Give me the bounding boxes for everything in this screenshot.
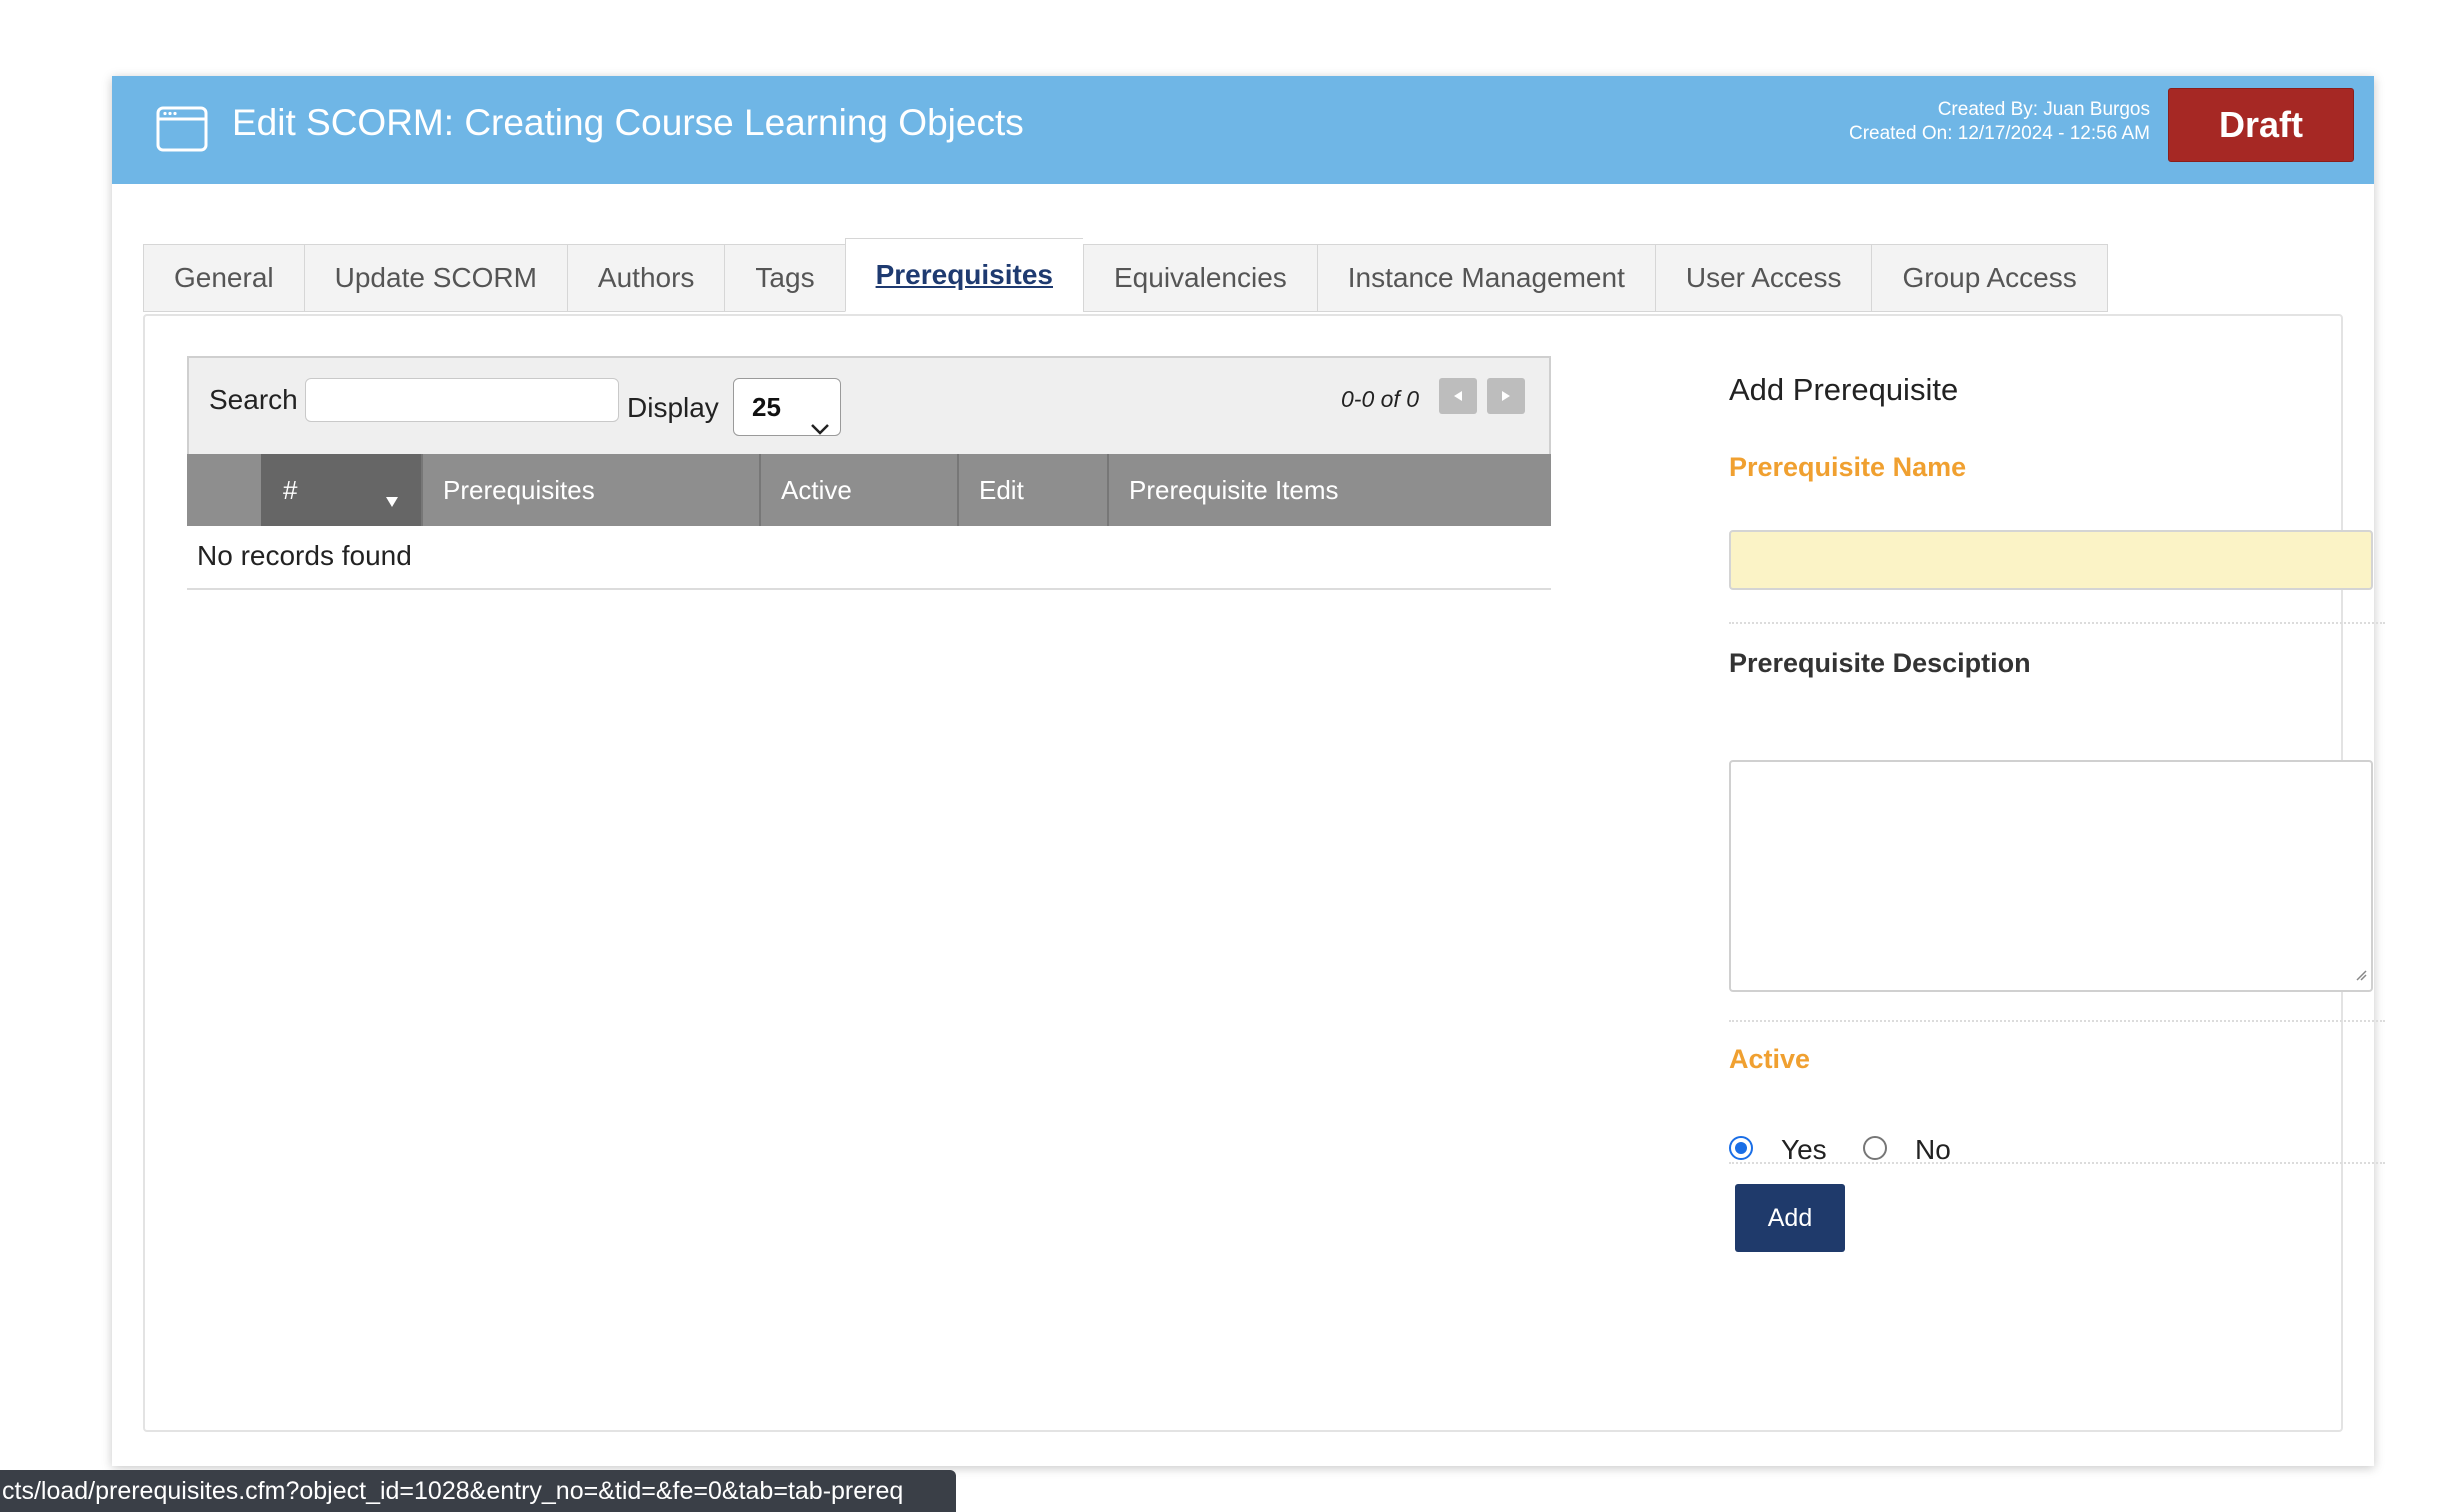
- display-value: 25: [752, 392, 781, 422]
- column-header-edit[interactable]: Edit: [959, 454, 1109, 526]
- display-select[interactable]: 25: [733, 378, 841, 436]
- created-on: Created On: 12/17/2024 - 12:56 AM: [1848, 123, 2150, 144]
- add-button[interactable]: Add: [1735, 1184, 1845, 1252]
- display-label: Display: [627, 392, 719, 423]
- tab-user-access[interactable]: User Access: [1654, 244, 1872, 312]
- tab-authors[interactable]: Authors: [566, 244, 725, 312]
- sort-down-icon[interactable]: [385, 484, 399, 515]
- page-title: Edit SCORM: Creating Course Learning Obj…: [232, 102, 1024, 143]
- divider: [1729, 1162, 2385, 1164]
- search-label: Search: [209, 384, 298, 415]
- tab-general[interactable]: General: [143, 244, 304, 312]
- prerequisites-grid: Search Display 25 0-0 of 0 # Prerequisit…: [187, 356, 1551, 590]
- tab-bar: General Update SCORM Authors Tags Prereq…: [143, 238, 2108, 312]
- resize-handle-icon[interactable]: [2355, 968, 2367, 986]
- window-icon: [156, 106, 208, 157]
- prerequisite-name-input[interactable]: [1729, 530, 2373, 590]
- browser-status-bar: cts/load/prerequisites.cfm?object_id=102…: [0, 1470, 956, 1512]
- prerequisite-name-label: Prerequisite Name: [1729, 452, 1967, 482]
- prev-page-icon[interactable]: [1439, 378, 1477, 414]
- tab-equivalencies[interactable]: Equivalencies: [1083, 244, 1317, 312]
- active-yes-radio[interactable]: [1729, 1136, 1753, 1160]
- chevron-down-icon: [810, 399, 830, 455]
- column-header-number[interactable]: #: [261, 454, 423, 526]
- prerequisite-description-textarea[interactable]: [1729, 760, 2373, 992]
- draft-status-button[interactable]: Draft: [2168, 88, 2354, 162]
- empty-message: No records found: [187, 526, 1551, 590]
- grid-header-row: # Prerequisites Active Edit Prerequisite…: [187, 454, 1551, 526]
- column-header-prerequisites[interactable]: Prerequisites: [423, 454, 761, 526]
- select-column-header: [189, 454, 261, 526]
- tab-instance-management[interactable]: Instance Management: [1316, 244, 1655, 312]
- pager-text: 0-0 of 0: [1341, 386, 1419, 412]
- active-no-radio[interactable]: [1863, 1136, 1887, 1160]
- form-title: Add Prerequisite: [1729, 372, 1959, 407]
- column-header-prerequisite-items[interactable]: Prerequisite Items: [1109, 454, 1549, 526]
- column-header-active[interactable]: Active: [761, 454, 959, 526]
- divider: [1729, 1020, 2385, 1022]
- prerequisite-description-label: Prerequisite Desciption: [1729, 648, 2031, 678]
- tab-tags[interactable]: Tags: [724, 244, 845, 312]
- created-meta: Created By: Juan Burgos Created On: 12/1…: [1849, 98, 2150, 146]
- tab-update-scorm[interactable]: Update SCORM: [303, 244, 567, 312]
- edit-scorm-card: Edit SCORM: Creating Course Learning Obj…: [112, 76, 2385, 1466]
- search-input[interactable]: [305, 378, 619, 422]
- active-label: Active: [1729, 1044, 1811, 1074]
- page-header: Edit SCORM: Creating Course Learning Obj…: [112, 76, 2374, 184]
- tab-prerequisites[interactable]: Prerequisites: [844, 238, 1083, 312]
- grid-toolbar: Search Display 25 0-0 of 0: [187, 356, 1551, 454]
- next-page-icon[interactable]: [1487, 378, 1525, 414]
- created-by: Created By: Juan Burgos: [1937, 99, 2150, 120]
- tab-group-access[interactable]: Group Access: [1871, 244, 2108, 312]
- column-number-label: #: [283, 474, 298, 505]
- tab-content-panel: Search Display 25 0-0 of 0 # Prerequisit…: [143, 314, 2385, 1432]
- divider: [1729, 622, 2385, 624]
